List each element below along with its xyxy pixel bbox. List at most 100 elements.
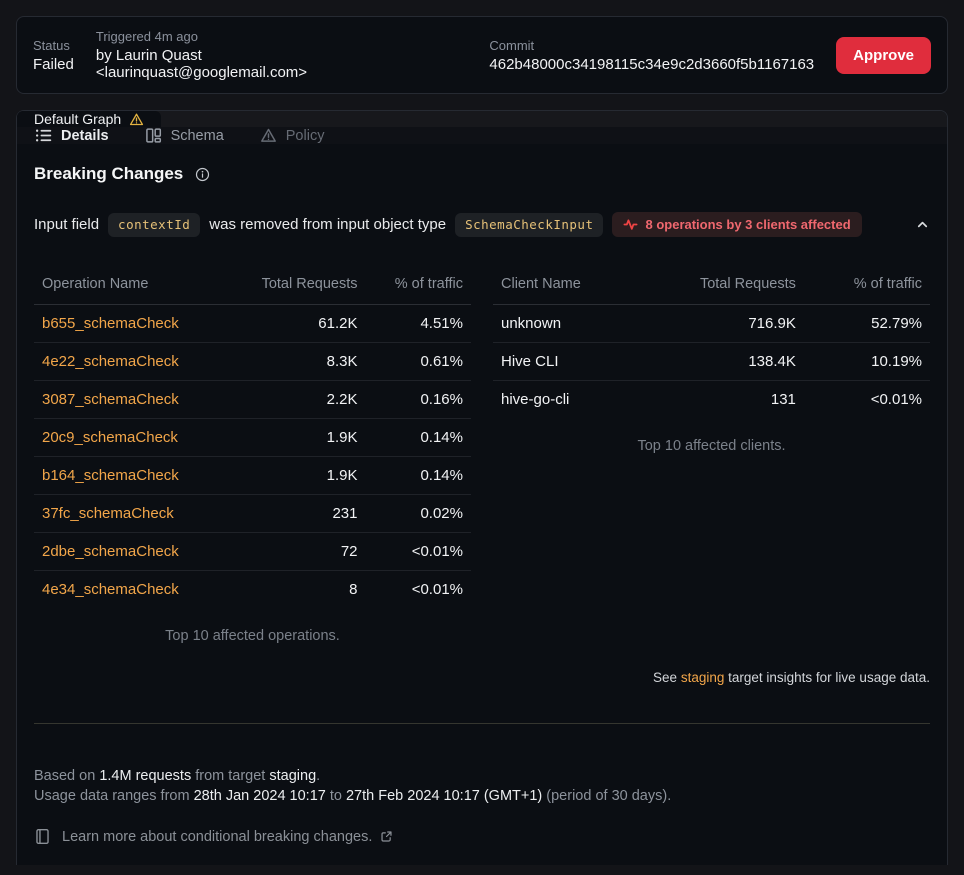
traffic-cell: 0.14%: [366, 419, 472, 457]
requests-cell: 72: [225, 533, 365, 571]
learn-more-text: Learn more about conditional breaking ch…: [62, 829, 372, 845]
learn-more-link[interactable]: Learn more about conditional breaking ch…: [34, 828, 393, 845]
col-total-requests: Total Requests: [225, 267, 365, 305]
affected-operations-badge: 8 operations by 3 clients affected: [612, 212, 861, 237]
requests-cell: 1.9K: [225, 419, 365, 457]
operation-link[interactable]: 37fc_schemaCheck: [42, 505, 174, 522]
clients-table: Client Name Total Requests % of traffic …: [493, 267, 930, 418]
range-prefix: Usage data ranges from: [34, 788, 194, 804]
range-to-date: 27th Feb 2024 10:17 (GMT+1): [346, 788, 542, 804]
table-row: 2dbe_schemaCheck 72 <0.01%: [34, 533, 471, 571]
operations-table-caption: Top 10 affected operations.: [34, 628, 471, 644]
activity-pulse-icon: [623, 217, 638, 232]
operation-link[interactable]: b655_schemaCheck: [42, 315, 179, 332]
chevron-up-icon[interactable]: [915, 217, 930, 232]
external-link-icon: [380, 830, 393, 843]
breaking-changes-title: Breaking Changes: [34, 164, 930, 184]
change-text-middle: was removed from input object type: [209, 216, 446, 233]
traffic-cell: 0.16%: [366, 381, 472, 419]
tab-policy-label: Policy: [286, 128, 325, 144]
list-icon: [35, 127, 52, 144]
col-client-name: Client Name: [493, 267, 636, 305]
target-name: staging: [269, 768, 316, 784]
breaking-changes-text: Breaking Changes: [34, 164, 183, 184]
tab-schema[interactable]: Schema: [145, 127, 224, 144]
table-row: 4e34_schemaCheck 8 <0.01%: [34, 571, 471, 609]
field-code-chip: contextId: [108, 213, 200, 237]
requests-cell: 716.9K: [636, 305, 804, 343]
request-count: 1.4M requests: [99, 768, 191, 784]
approve-button[interactable]: Approve: [836, 37, 931, 74]
usage-range-line: Usage data ranges from 28th Jan 2024 10:…: [34, 786, 930, 806]
warning-triangle-icon: [129, 112, 144, 127]
insights-note: See staging target insights for live usa…: [34, 670, 930, 685]
operation-link[interactable]: 4e34_schemaCheck: [42, 581, 179, 598]
table-row: unknown 716.9K 52.79%: [493, 305, 930, 343]
status-group: Status Failed: [33, 38, 74, 73]
requests-cell: 231: [225, 495, 365, 533]
col-traffic: % of traffic: [804, 267, 930, 305]
traffic-cell: 10.19%: [804, 343, 930, 381]
client-name-cell: unknown: [493, 305, 636, 343]
tab-schema-label: Schema: [171, 128, 224, 144]
triggered-group: Triggered 4m ago by Laurin Quast <laurin…: [96, 29, 396, 81]
traffic-cell: <0.01%: [366, 533, 472, 571]
details-content: Breaking Changes Input field contextId w…: [17, 144, 947, 865]
breaking-change-row[interactable]: Input field contextId was removed from i…: [34, 212, 930, 237]
operation-link[interactable]: 20c9_schemaCheck: [42, 429, 178, 446]
range-suffix: (period of 30 days).: [542, 788, 671, 804]
table-row: b655_schemaCheck 61.2K 4.51%: [34, 305, 471, 343]
requests-cell: 8: [225, 571, 365, 609]
table-row: 20c9_schemaCheck 1.9K 0.14%: [34, 419, 471, 457]
range-to-text: to: [326, 788, 346, 804]
based-prefix: Based on: [34, 768, 99, 784]
col-total-requests: Total Requests: [636, 267, 804, 305]
tab-default-graph[interactable]: Default Graph: [17, 111, 161, 127]
period-dot: .: [316, 768, 320, 784]
insights-prefix: See: [653, 670, 681, 685]
col-operation-name: Operation Name: [34, 267, 225, 305]
table-row: b164_schemaCheck 1.9K 0.14%: [34, 457, 471, 495]
commit-hash: 462b48000c34198115c34e9c2d3660f5b1167163: [489, 56, 814, 73]
traffic-cell: <0.01%: [804, 381, 930, 419]
traffic-cell: 0.02%: [366, 495, 472, 533]
commit-label: Commit: [489, 38, 814, 53]
requests-cell: 61.2K: [225, 305, 365, 343]
table-row: 3087_schemaCheck 2.2K 0.16%: [34, 381, 471, 419]
traffic-cell: <0.01%: [366, 571, 472, 609]
check-summary-bar: Status Failed Triggered 4m ago by Laurin…: [16, 16, 948, 94]
subtab-bar: Details Schema Policy: [17, 127, 947, 144]
affected-badge-label: 8 operations by 3 clients affected: [645, 217, 850, 232]
staging-target-link[interactable]: staging: [681, 670, 725, 685]
clients-table-caption: Top 10 affected clients.: [493, 438, 930, 454]
table-row: 37fc_schemaCheck 231 0.02%: [34, 495, 471, 533]
range-from-date: 28th Jan 2024 10:17: [194, 788, 326, 804]
tab-policy[interactable]: Policy: [260, 127, 325, 144]
triggered-label: Triggered 4m ago: [96, 29, 396, 44]
check-detail-panel: Default Graph Details: [16, 110, 948, 865]
requests-cell: 138.4K: [636, 343, 804, 381]
section-divider: [34, 723, 930, 724]
book-icon: [34, 828, 51, 845]
client-name-cell: hive-go-cli: [493, 381, 636, 419]
traffic-cell: 4.51%: [366, 305, 472, 343]
warning-icon: [260, 127, 277, 144]
operation-link[interactable]: b164_schemaCheck: [42, 467, 179, 484]
tab-details-label: Details: [61, 128, 109, 144]
commit-group: Commit 462b48000c34198115c34e9c2d3660f5b…: [489, 38, 814, 73]
triggered-author: by Laurin Quast <laurinquast@googlemail.…: [96, 47, 396, 81]
table-row: Hive CLI 138.4K 10.19%: [493, 343, 930, 381]
operation-link[interactable]: 2dbe_schemaCheck: [42, 543, 179, 560]
client-name-cell: Hive CLI: [493, 343, 636, 381]
operation-link[interactable]: 3087_schemaCheck: [42, 391, 179, 408]
table-row: hive-go-cli 131 <0.01%: [493, 381, 930, 419]
operation-link[interactable]: 4e22_schemaCheck: [42, 353, 179, 370]
clients-table-container: Client Name Total Requests % of traffic …: [493, 267, 930, 454]
tab-details[interactable]: Details: [35, 127, 109, 144]
table-row: 4e22_schemaCheck 8.3K 0.61%: [34, 343, 471, 381]
info-icon[interactable]: [195, 167, 210, 182]
traffic-cell: 0.61%: [366, 343, 472, 381]
traffic-cell: 52.79%: [804, 305, 930, 343]
status-value: Failed: [33, 56, 74, 73]
table-header-row: Client Name Total Requests % of traffic: [493, 267, 930, 305]
